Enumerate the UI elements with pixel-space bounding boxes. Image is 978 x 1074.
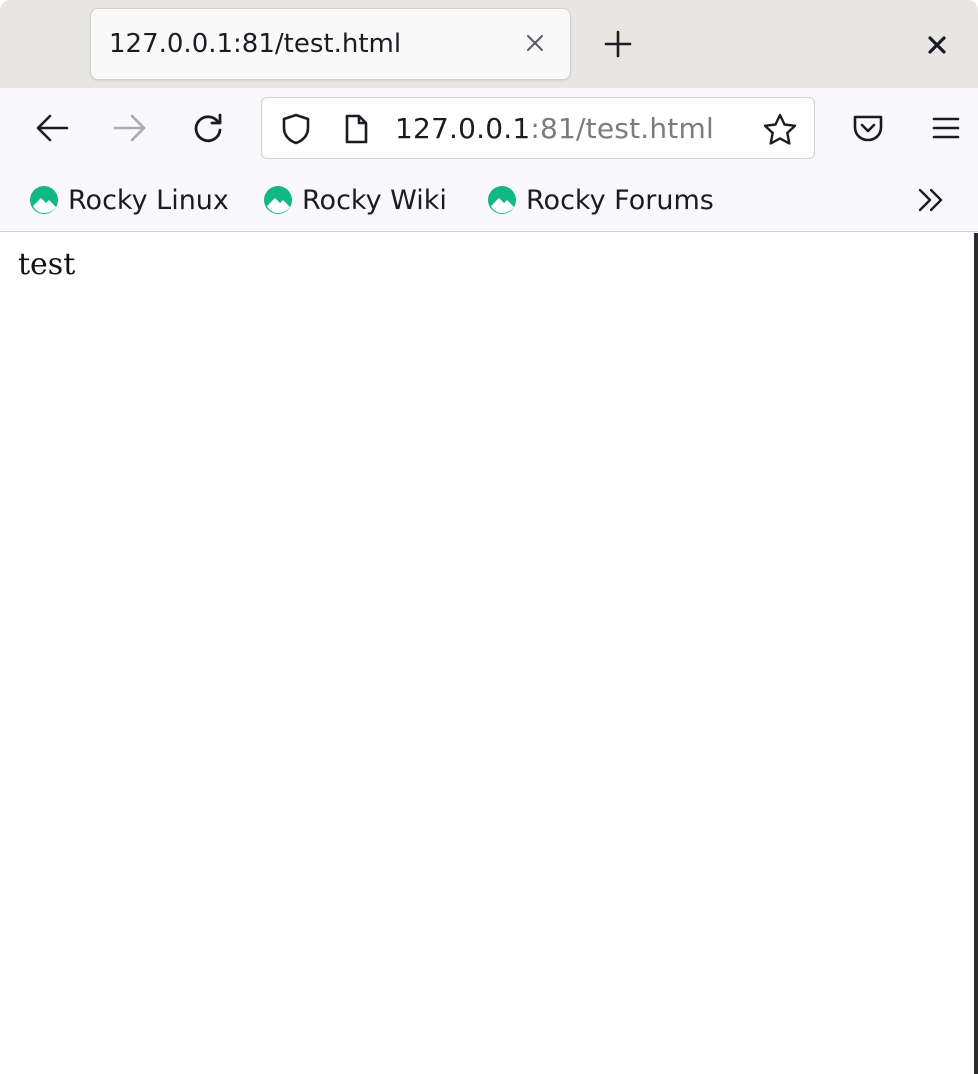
chevron-double-right-icon	[918, 188, 943, 212]
pocket-icon	[853, 115, 883, 142]
bookmark-rocky-forums[interactable]: Rocky Forums	[486, 180, 714, 220]
tab-strip: 127.0.0.1:81/test.html	[0, 0, 978, 88]
new-tab-button[interactable]	[596, 22, 640, 66]
bookmark-label: Rocky Forums	[526, 184, 714, 216]
pocket-button[interactable]	[846, 106, 890, 150]
url-bar[interactable]: 127.0.0.1:81/test.html	[261, 97, 815, 159]
window-close-button[interactable]	[916, 24, 958, 66]
back-button[interactable]	[30, 106, 74, 150]
bookmarks-toolbar: Rocky Linux Rocky Wiki Rocky Forums	[0, 168, 978, 232]
arrow-right-icon	[113, 114, 146, 142]
tab-title: 127.0.0.1:81/test.html	[109, 29, 402, 59]
close-icon	[928, 36, 946, 54]
hamburger-menu-icon	[932, 117, 960, 139]
menu-button[interactable]	[924, 106, 968, 150]
rocky-logo-icon	[486, 184, 518, 216]
star-icon[interactable]	[762, 111, 798, 147]
shield-icon[interactable]	[278, 111, 314, 147]
bookmark-label: Rocky Wiki	[302, 184, 447, 216]
rocky-logo-icon	[28, 184, 60, 216]
rocky-logo-icon	[262, 184, 294, 216]
tab-close-icon[interactable]	[517, 25, 553, 61]
plus-icon	[604, 30, 632, 58]
tab-active[interactable]: 127.0.0.1:81/test.html	[90, 8, 571, 80]
navigation-toolbar: 127.0.0.1:81/test.html	[0, 88, 978, 168]
url-host: 127.0.0.1	[395, 112, 531, 145]
reload-button[interactable]	[186, 106, 230, 150]
reload-icon	[194, 113, 222, 143]
forward-button[interactable]	[108, 106, 152, 150]
browser-window: 127.0.0.1:81/test.html 127.0.0.1:81/test…	[0, 0, 978, 1074]
url-path: :81/test.html	[530, 112, 714, 145]
page-content: test	[0, 233, 978, 1074]
page-text: test	[18, 247, 76, 282]
bookmark-rocky-linux[interactable]: Rocky Linux	[28, 180, 229, 220]
url-text[interactable]: 127.0.0.1:81/test.html	[395, 112, 714, 145]
page-icon[interactable]	[338, 111, 374, 147]
bookmark-rocky-wiki[interactable]: Rocky Wiki	[262, 180, 447, 220]
bookmark-label: Rocky Linux	[68, 184, 229, 216]
arrow-left-icon	[36, 114, 69, 142]
window-edge	[974, 233, 978, 1074]
bookmarks-overflow-button[interactable]	[908, 180, 954, 220]
